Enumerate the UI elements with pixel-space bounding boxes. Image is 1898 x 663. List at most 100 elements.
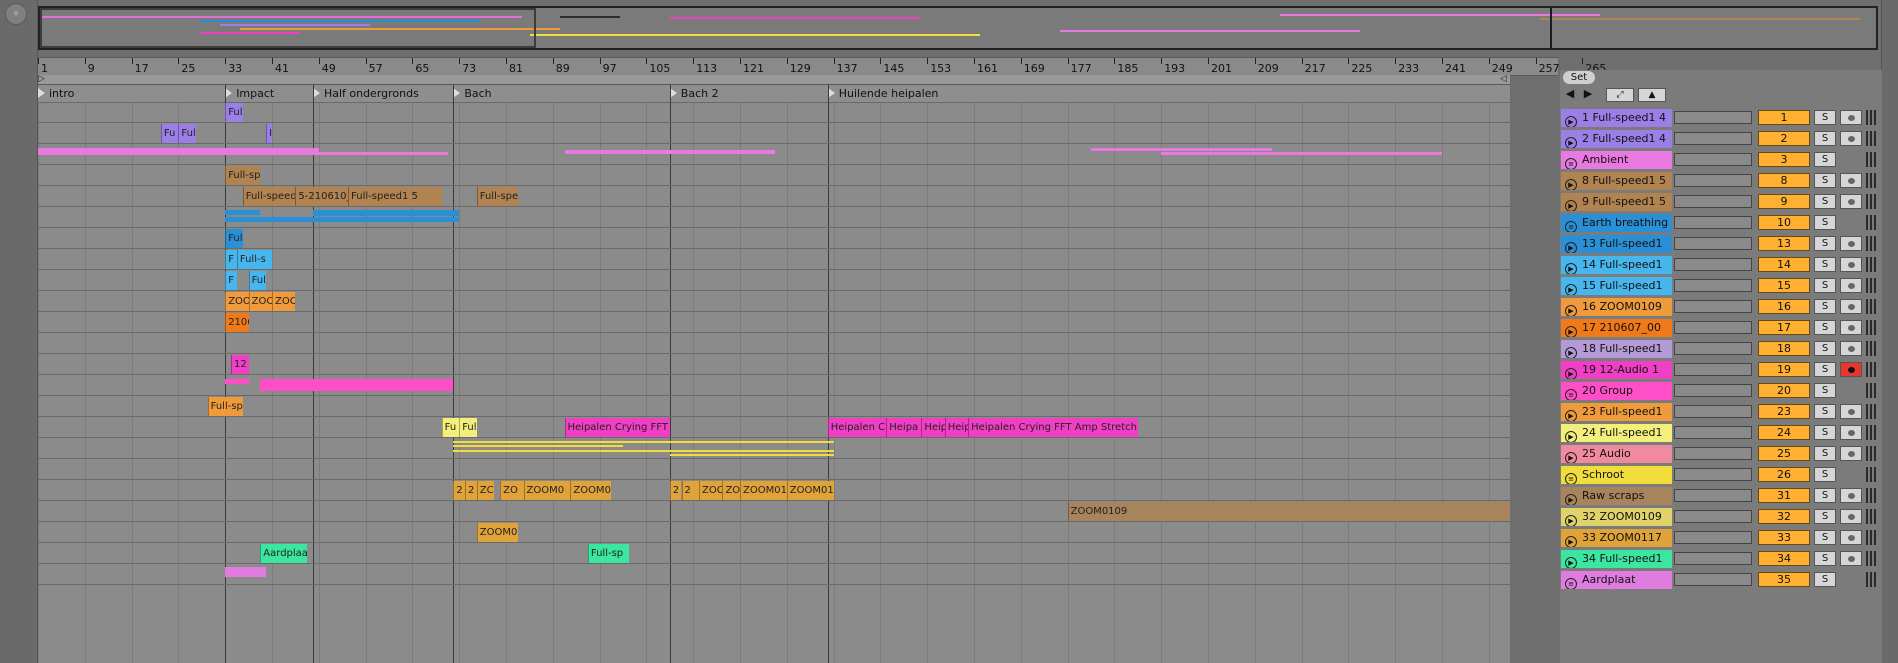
bar-ruler[interactable]: 1 9 17 25 33 41 49 57 65 73 81 89 97 105 113 121 129 137 1… (38, 57, 1606, 76)
solo-button[interactable]: S (1814, 341, 1836, 356)
solo-button[interactable]: S (1814, 173, 1836, 188)
clip-region[interactable] (453, 445, 623, 447)
play-icon[interactable]: ▶ (1565, 557, 1577, 568)
arm-button[interactable] (1840, 173, 1862, 188)
play-icon[interactable]: ▶ (1565, 200, 1577, 211)
arm-button[interactable] (1840, 488, 1862, 503)
track-header[interactable]: ≡ Aardplaat 35 S (1560, 570, 1882, 591)
track-activator[interactable]: 13 (1758, 236, 1810, 251)
track-title-bar[interactable]: ▶ 25 Audio (1561, 445, 1672, 463)
resize-grip-icon[interactable] (1866, 152, 1876, 167)
audio-clip[interactable]: Full (459, 418, 477, 437)
solo-button[interactable]: S (1814, 299, 1836, 314)
play-icon[interactable]: ▶ (1565, 347, 1577, 358)
track-header[interactable]: ▶ 13 Full-speed1 13 S (1560, 234, 1882, 255)
track-lane[interactable] (38, 417, 1510, 438)
group-fold-icon[interactable]: ≡ (1565, 473, 1577, 484)
track-header[interactable]: ▶ 33 ZOOM0117 33 S (1560, 528, 1882, 549)
play-icon[interactable]: ▶ (1565, 326, 1577, 337)
arm-button[interactable] (1840, 110, 1862, 125)
arm-button[interactable] (1840, 551, 1862, 566)
solo-button[interactable]: S (1814, 467, 1836, 482)
track-lane[interactable] (38, 396, 1510, 417)
resize-grip-icon[interactable] (1866, 509, 1876, 524)
arm-button[interactable] (1840, 278, 1862, 293)
browser-toggle-icon[interactable]: ▾ (5, 3, 27, 25)
clip-region[interactable] (38, 152, 448, 155)
locator-huilende-heipalen[interactable]: Huilende heipalen (827, 87, 938, 100)
audio-clip[interactable]: Aardplaa (260, 544, 308, 563)
resize-grip-icon[interactable] (1866, 194, 1876, 209)
track-header[interactable]: ▶ 17 210607_00 17 S (1560, 318, 1882, 339)
track-activator[interactable]: 9 (1758, 194, 1810, 209)
solo-button[interactable]: S (1814, 362, 1836, 377)
arm-button[interactable] (1840, 194, 1862, 209)
resize-grip-icon[interactable] (1866, 341, 1876, 356)
track-lane[interactable] (38, 543, 1510, 564)
audio-clip[interactable]: ZOOM01 (740, 481, 787, 500)
track-header[interactable]: ▶ 2 Full-speed1 4 2S (1560, 129, 1882, 150)
track-title-bar[interactable]: ▶ 9 Full-speed1 5 (1561, 193, 1672, 211)
track-lane[interactable] (38, 459, 1510, 480)
audio-clip[interactable]: ZOOM0 (523, 481, 571, 500)
resize-grip-icon[interactable] (1866, 257, 1876, 272)
resize-grip-icon[interactable] (1866, 278, 1876, 293)
arm-button[interactable] (1840, 446, 1862, 461)
audio-clip[interactable]: 12 (231, 355, 249, 374)
arm-button[interactable] (1840, 131, 1862, 146)
clip-region[interactable] (260, 379, 454, 391)
audio-clip[interactable]: ZOOM01 (786, 481, 834, 500)
track-title-bar[interactable]: ▶ 19 12-Audio 1 (1561, 361, 1672, 379)
resize-grip-icon[interactable] (1866, 530, 1876, 545)
track-activator[interactable]: 3 (1758, 152, 1810, 167)
solo-button[interactable]: S (1814, 446, 1836, 461)
clip-region[interactable] (1091, 148, 1273, 151)
audio-clip[interactable]: F (225, 250, 237, 269)
resize-grip-icon[interactable] (1866, 383, 1876, 398)
solo-button[interactable]: S (1814, 404, 1836, 419)
track-title-bar[interactable]: ▶ 13 Full-speed1 (1561, 235, 1672, 253)
arrangement-overview[interactable] (38, 6, 1878, 50)
solo-button[interactable]: S (1814, 572, 1836, 587)
track-title-bar[interactable]: ≡ Schroot (1561, 466, 1672, 484)
track-header[interactable]: ▶ 18 Full-speed1 18 S (1560, 339, 1882, 360)
loop-bar[interactable]: ▷ ◁ (38, 75, 1510, 85)
clip-region[interactable] (564, 150, 776, 154)
overview-viewport[interactable] (40, 8, 536, 48)
play-icon[interactable]: ▶ (1565, 494, 1577, 505)
track-lane[interactable] (38, 333, 1510, 354)
audio-clip[interactable]: Heip (944, 418, 969, 437)
arm-button[interactable] (1840, 341, 1862, 356)
track-title-bar[interactable]: ▶ 33 ZOOM0117 (1561, 529, 1672, 547)
audio-clip[interactable]: ZOC (699, 481, 723, 500)
track-title-bar[interactable]: ▶ 34 Full-speed1 (1561, 550, 1672, 568)
audio-clip[interactable]: ZOO (248, 292, 272, 311)
resize-grip-icon[interactable] (1866, 551, 1876, 566)
audio-clip[interactable]: Full-speed1 (242, 187, 296, 206)
solo-button[interactable]: S (1814, 152, 1836, 167)
solo-button[interactable]: S (1814, 509, 1836, 524)
audio-clip[interactable]: Fu (441, 418, 460, 437)
resize-grip-icon[interactable] (1866, 173, 1876, 188)
solo-button[interactable]: S (1814, 383, 1836, 398)
audio-clip[interactable]: ZC (476, 481, 495, 500)
track-title-bar[interactable]: ▶ 14 Full-speed1 (1561, 256, 1672, 274)
resize-grip-icon[interactable] (1866, 404, 1876, 419)
audio-clip[interactable]: Heip (921, 418, 945, 437)
track-header[interactable]: ▶ 16 ZOOM0109 16 S (1560, 297, 1882, 318)
audio-clip[interactable]: 2 (453, 481, 466, 500)
track-header[interactable]: ▶ 34 Full-speed1 34 S (1560, 549, 1882, 570)
set-button[interactable]: Set (1563, 71, 1595, 84)
clip-region[interactable] (669, 454, 834, 456)
track-activator[interactable]: 16 (1758, 299, 1810, 314)
solo-button[interactable]: S (1814, 425, 1836, 440)
track-lane[interactable] (38, 354, 1510, 375)
audio-clip[interactable]: Full-spe (225, 166, 261, 185)
arm-button[interactable] (1840, 530, 1862, 545)
play-icon[interactable]: ▶ (1565, 284, 1577, 295)
audio-clip[interactable]: Ful (248, 271, 267, 290)
resize-grip-icon[interactable] (1866, 572, 1876, 587)
track-header[interactable]: ▶ 23 Full-speed1 23 S (1560, 402, 1882, 423)
expand-icon[interactable]: ⤢ (1606, 88, 1634, 102)
track-activator[interactable]: 1 (1758, 110, 1810, 125)
